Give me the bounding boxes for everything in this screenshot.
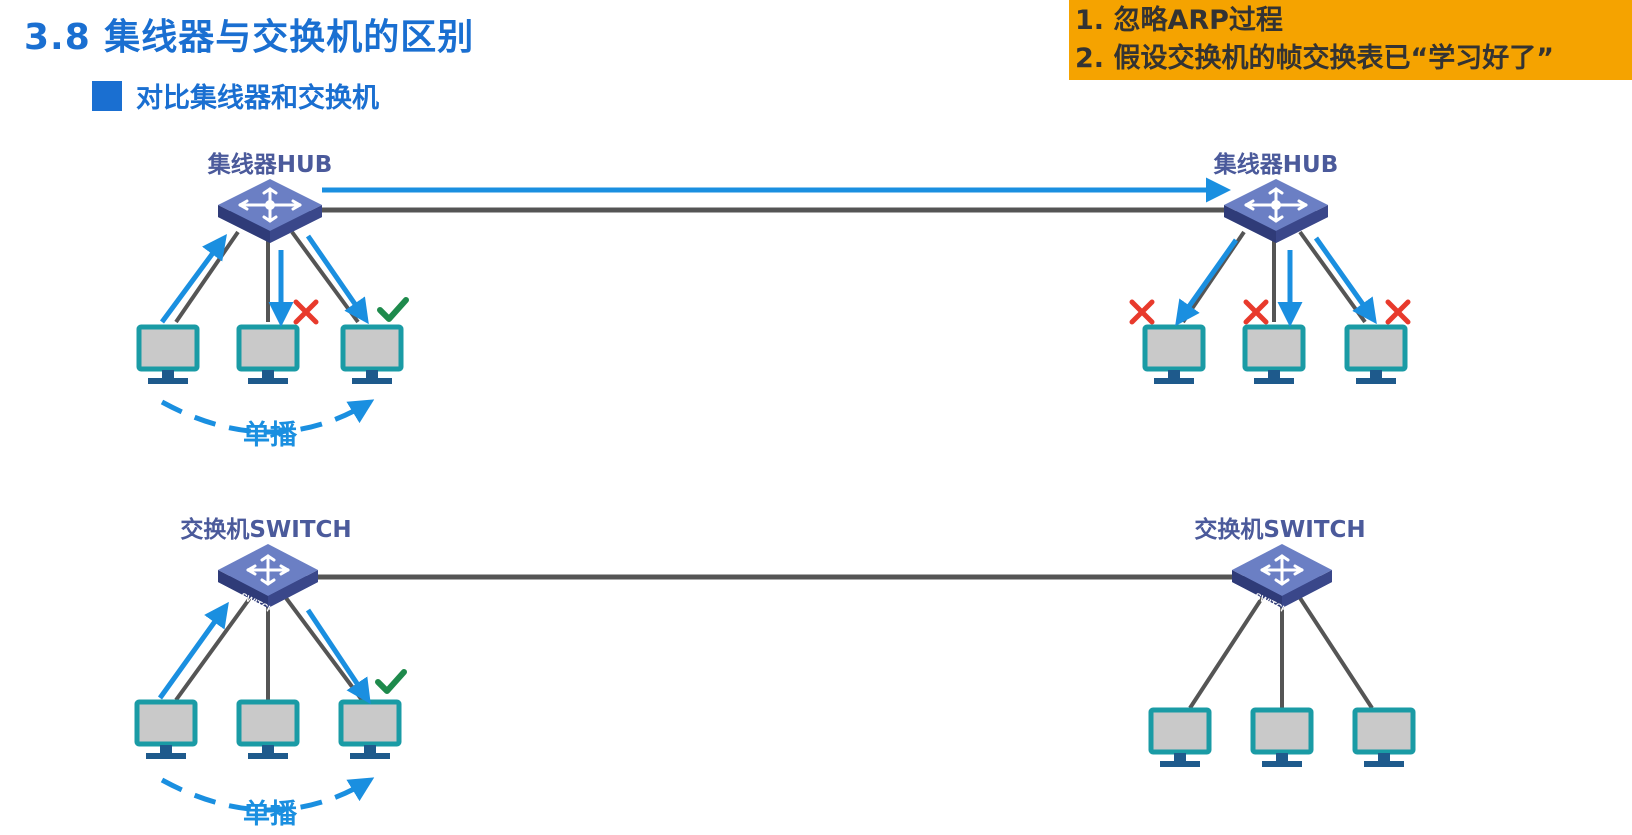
- computer-icon: [1347, 327, 1405, 384]
- check-icon: [380, 300, 406, 319]
- switch-icon: [1230, 542, 1334, 610]
- hub-icon: [216, 177, 324, 245]
- computer-icon: [1145, 327, 1203, 384]
- switch-label-left: 交换机SWITCH: [180, 517, 352, 543]
- arrow: [157, 601, 229, 700]
- arrow: [1175, 238, 1239, 327]
- computer-icon: [239, 702, 297, 759]
- computer-icon: [239, 327, 297, 384]
- bottom-right-switch-group: SWITCH: [1188, 542, 1374, 710]
- check-icon: [378, 672, 404, 691]
- arrow: [305, 234, 369, 325]
- computer-icon: [1253, 710, 1311, 767]
- hub-label-right: 集线器HUB: [1213, 152, 1339, 178]
- arrow: [159, 233, 227, 324]
- switch-icon: [216, 542, 320, 610]
- computer-icon: [341, 702, 399, 759]
- bottom-left-switch-group: SWITCH: [174, 542, 364, 702]
- cross-icon: [1246, 302, 1266, 322]
- top-left-hub-group: [174, 177, 360, 324]
- arrow: [305, 608, 371, 705]
- computer-icon: [343, 327, 401, 384]
- unicast-label-top: 单播: [243, 420, 297, 451]
- cross-icon: [1388, 302, 1408, 322]
- top-right-hub-group: [1181, 177, 1367, 324]
- hub-label-left: 集线器HUB: [207, 152, 333, 178]
- cross-icon: [1132, 302, 1152, 322]
- computer-icon: [1151, 710, 1209, 767]
- computer-icon: [139, 327, 197, 384]
- cross-icon: [296, 302, 316, 322]
- computer-icon: [1355, 710, 1413, 767]
- arrow: [1313, 236, 1377, 325]
- computer-icon: [137, 702, 195, 759]
- switch-label-right: 交换机SWITCH: [1194, 517, 1366, 543]
- computer-icon: [1245, 327, 1303, 384]
- unicast-label-bottom: 单播: [243, 799, 297, 830]
- hub-icon: [1222, 177, 1330, 245]
